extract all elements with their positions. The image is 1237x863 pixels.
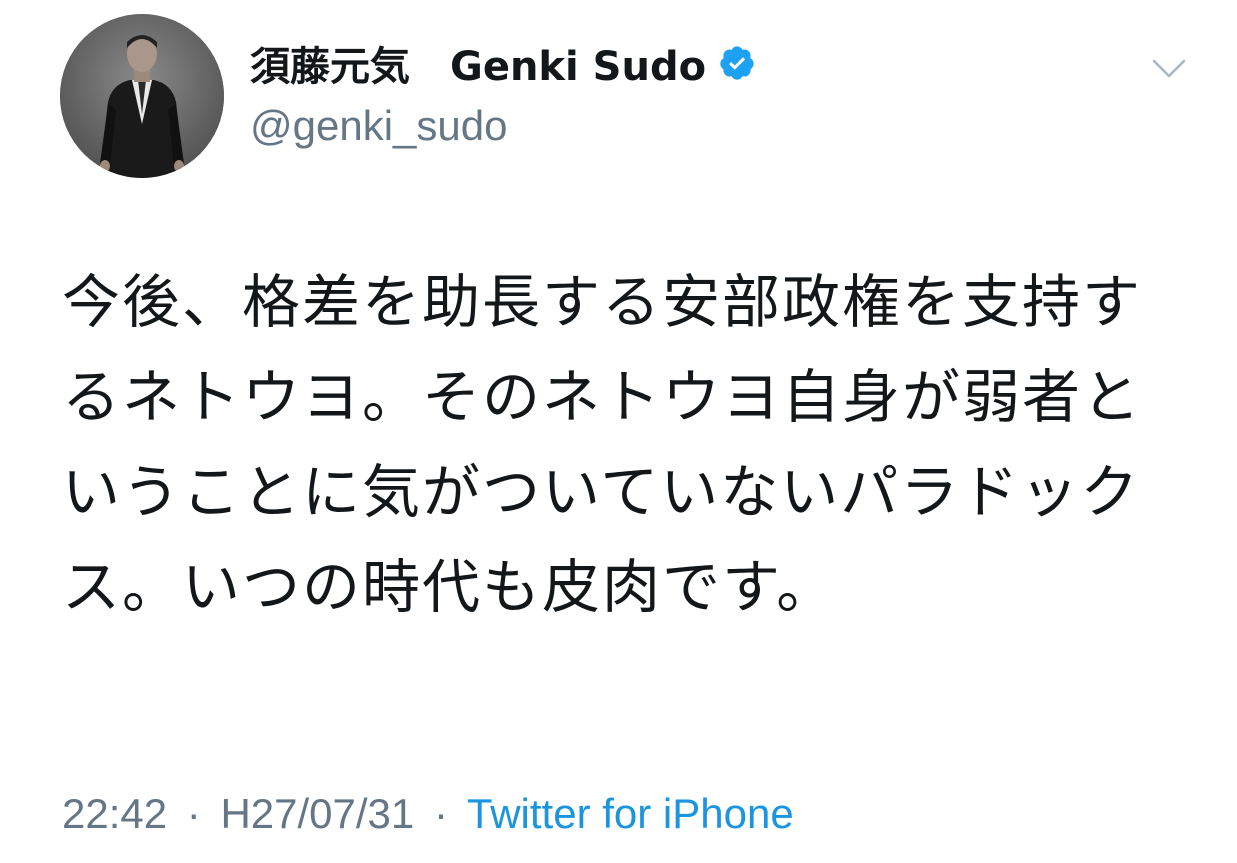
author-display-name[interactable]: 須藤元気 Genki Sudo [250, 34, 706, 92]
meta-separator: · [186, 790, 201, 837]
chevron-down-icon [1152, 59, 1186, 78]
verified-badge-icon [718, 44, 756, 82]
tweet-meta: 22:42 · H27/07/31 · Twitter for iPhone [62, 790, 794, 838]
user-avatar[interactable] [60, 14, 224, 178]
tweet-source-link[interactable]: Twitter for iPhone [467, 790, 794, 837]
name-row: 須藤元気 Genki Sudo [250, 32, 756, 94]
tweet-menu-button[interactable] [1152, 58, 1186, 80]
tweet-card: 須藤元気 Genki Sudo @genki_sudo 今後、格差を助長する安部… [0, 0, 1237, 863]
tweet-body-text: 今後、格差を助長する安部政権を支持するネトウヨ。そのネトウヨ自身が弱者ということ… [62, 268, 1143, 621]
meta-separator: · [433, 790, 448, 837]
tweet-date[interactable]: H27/07/31 [220, 790, 414, 837]
tweet-time: 22:42 [62, 790, 168, 837]
user-avatar-photo [60, 14, 224, 178]
author-handle[interactable]: @genki_sudo [250, 102, 756, 150]
tweet-header: 須藤元気 Genki Sudo @genki_sudo [250, 32, 756, 150]
